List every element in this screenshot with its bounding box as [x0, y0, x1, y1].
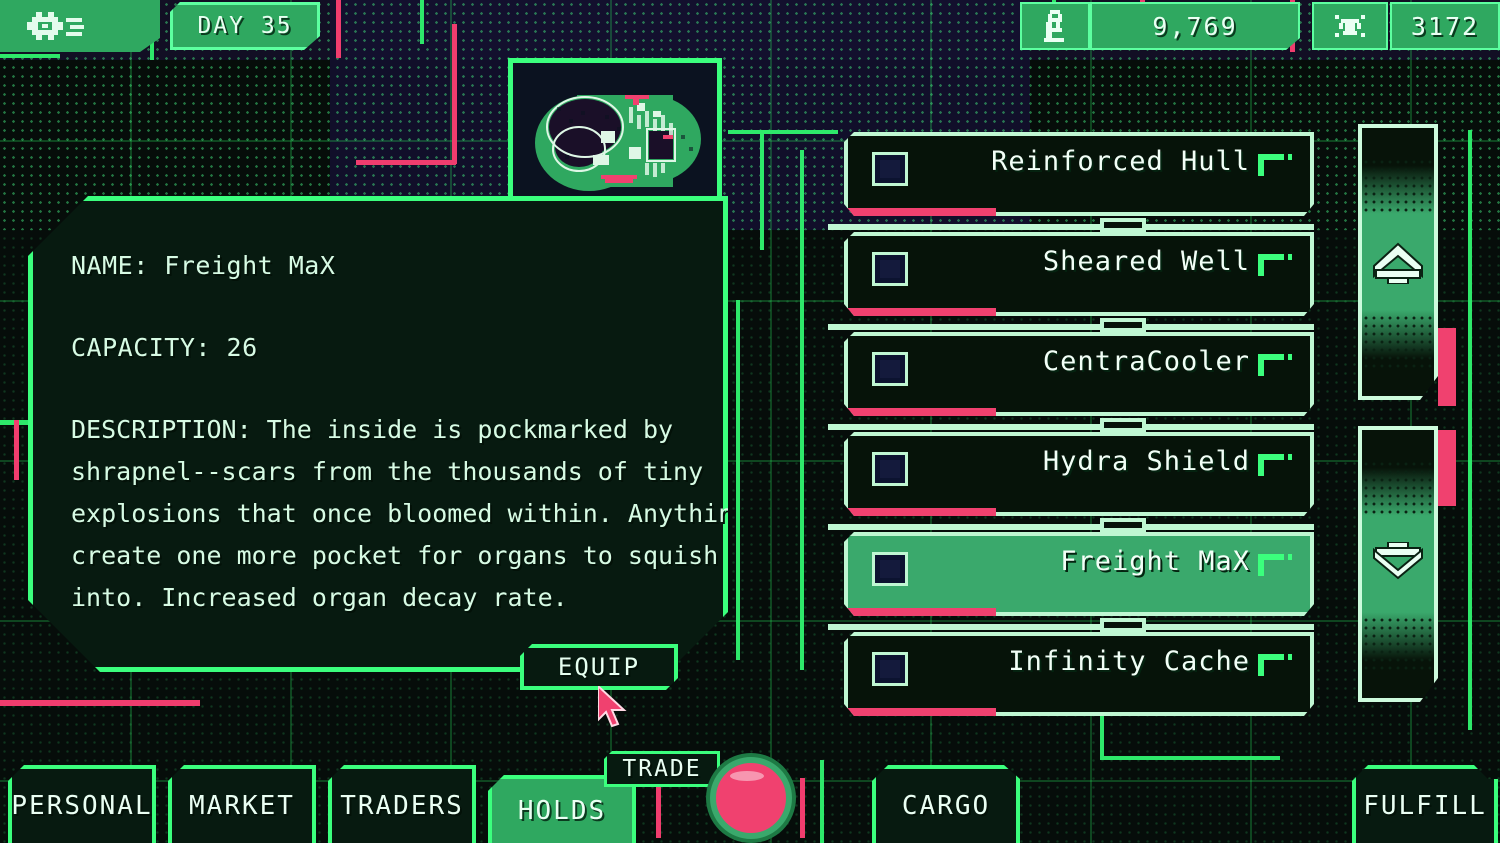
game-screen: DAY 35 9,769 3172 NAME: Freight MaX CAPA…	[0, 0, 1500, 843]
tab-traders[interactable]: TRADERS	[328, 765, 476, 843]
dither-top	[1362, 460, 1434, 516]
scroll-track-accent-lower	[1438, 430, 1456, 506]
item-checkbox[interactable]	[872, 552, 908, 586]
dither-top	[1362, 158, 1434, 214]
bracket-icon	[1258, 454, 1292, 480]
tab-label: TRADERS	[340, 791, 464, 821]
item-name: NAME: Freight MaX	[71, 251, 336, 280]
item-label: Reinforced Hull	[991, 146, 1250, 177]
row-nub	[1100, 318, 1146, 332]
organ-icon	[1333, 13, 1367, 39]
item-label: CentraCooler	[1042, 346, 1250, 377]
item-description-line: DESCRIPTION: The inside is pockmarked by	[71, 415, 674, 444]
top-status-bar: DAY 35 9,769 3172	[0, 0, 1500, 54]
tab-label: HOLDS	[517, 796, 607, 826]
item-label: Freight MaX	[1060, 546, 1250, 577]
scroll-down-button[interactable]	[1358, 426, 1438, 702]
row-accent-bottom	[844, 308, 996, 316]
item-description-line: create one more pocket for organs to squ…	[71, 541, 719, 570]
item-checkbox[interactable]	[872, 352, 908, 386]
row-accent-left	[836, 246, 844, 310]
bracket-icon	[1258, 554, 1292, 580]
list-item[interactable]: Infinity Cache	[844, 632, 1314, 716]
row-accent-left	[836, 446, 844, 510]
credits-icon-box	[1020, 2, 1090, 50]
row-accent-left	[836, 346, 844, 410]
row-accent-left	[836, 146, 844, 210]
item-description-line: shrapnel--scars from the thousands of ti…	[71, 457, 704, 486]
settings-button[interactable]	[0, 0, 160, 52]
list-item[interactable]: Hydra Shield	[844, 432, 1314, 516]
tab-label: CARGO	[901, 791, 991, 821]
item-label: Infinity Cache	[1008, 646, 1250, 677]
day-counter: DAY 35	[170, 2, 320, 50]
tab-label: PERSONAL	[11, 791, 153, 821]
row-nub	[1100, 618, 1146, 632]
item-label: Sheared Well	[1042, 246, 1250, 277]
row-accent-left	[836, 646, 844, 710]
bracket-icon	[1258, 154, 1292, 180]
tab-market[interactable]: MARKET	[168, 765, 316, 843]
row-separator	[828, 624, 1314, 630]
row-separator	[828, 524, 1314, 530]
equip-button[interactable]: EQUIP	[520, 644, 678, 690]
tab-fulfill[interactable]: FULFILL	[1352, 765, 1498, 843]
list-item[interactable]: Reinforced Hull	[844, 132, 1314, 216]
item-label: Hydra Shield	[1042, 446, 1250, 477]
list-item[interactable]: Sheared Well	[844, 232, 1314, 316]
row-nub	[1100, 518, 1146, 532]
row-accent-bottom	[844, 208, 996, 216]
bracket-icon	[1258, 654, 1292, 680]
item-capacity: CAPACITY: 26	[71, 333, 258, 362]
row-separator	[828, 324, 1314, 330]
row-separator	[828, 424, 1314, 430]
bracket-icon	[1258, 254, 1292, 280]
organ-icon-box	[1312, 2, 1388, 50]
dither-bottom	[1362, 616, 1434, 672]
item-description-line: explosions that once bloomed within. Any…	[71, 499, 794, 528]
tab-personal[interactable]: PERSONAL	[8, 765, 156, 843]
mouse-cursor	[597, 683, 632, 730]
row-separator	[828, 224, 1314, 230]
tab-label: MARKET	[189, 791, 295, 821]
trade-label: TRADE	[604, 751, 720, 787]
dither-bottom	[1362, 314, 1434, 370]
organ-value-box: 3172	[1390, 2, 1500, 50]
gear-icon	[22, 8, 86, 44]
list-item-selected[interactable]: Freight MaX	[844, 532, 1314, 616]
organ-value: 3172	[1410, 11, 1480, 41]
item-description-line: into. Increased organ decay rate.	[71, 583, 568, 612]
day-label: DAY 35	[197, 13, 293, 39]
row-accent-bottom	[844, 408, 996, 416]
row-accent-bottom	[844, 608, 996, 616]
bottom-nav-bar: PERSONAL MARKET TRADERS HOLDS TRADE CARG…	[0, 751, 1500, 843]
item-checkbox[interactable]	[872, 652, 908, 686]
credits-icon	[1042, 10, 1068, 42]
row-nub	[1100, 418, 1146, 432]
row-accent-bottom	[844, 708, 996, 716]
trade-button[interactable]	[710, 757, 792, 839]
bracket-icon	[1258, 354, 1292, 380]
scroll-up-button[interactable]	[1358, 124, 1438, 400]
row-accent-bottom	[844, 508, 996, 516]
scroll-track-accent-upper	[1438, 328, 1456, 406]
row-nub	[1100, 218, 1146, 232]
item-checkbox[interactable]	[872, 252, 908, 286]
tab-cargo[interactable]: CARGO	[872, 765, 1020, 843]
credits-value-box: 9,769	[1090, 2, 1300, 50]
credits-value: 9,769	[1152, 11, 1238, 41]
row-accent-left	[836, 546, 844, 610]
holds-item-list: Reinforced Hull Sheared Well CentraCoole…	[828, 132, 1314, 718]
equip-button-label: EQUIP	[557, 653, 641, 681]
organ-item-portrait-icon	[517, 67, 713, 203]
item-info-panel: NAME: Freight MaX CAPACITY: 26 DESCRIPTI…	[28, 196, 728, 672]
item-checkbox[interactable]	[872, 152, 908, 186]
list-item[interactable]: CentraCooler	[844, 332, 1314, 416]
item-portrait	[508, 58, 722, 212]
item-checkbox[interactable]	[872, 452, 908, 486]
trade-label-text: TRADE	[622, 756, 702, 782]
tab-label: FULFILL	[1363, 791, 1487, 821]
